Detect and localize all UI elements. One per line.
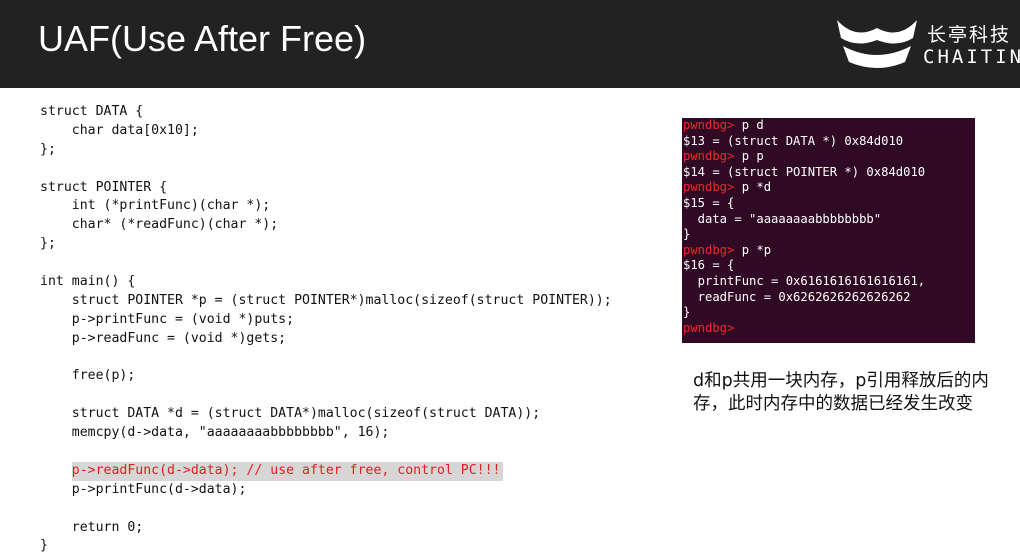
chaitin-logo: 长亭科技 CHAITIN [835,16,1020,76]
terminal-prompt: pwndbg> [683,242,735,257]
pwndbg-terminal: pwndbg> p d $13 = (struct DATA *) 0x84d01… [682,118,975,343]
terminal-line: $13 = (struct DATA *) 0x84d010 [682,134,975,150]
code-line: struct DATA { [40,104,144,119]
terminal-line: } [682,227,975,243]
code-line: free(p); [40,368,136,384]
code-line: }; [40,141,56,157]
terminal-output: readFunc = 0x6262626262626262 [683,289,911,304]
terminal-output: $16 = { [683,258,735,273]
code-block: struct DATA { char data[0x10];}; struct P… [40,103,612,556]
terminal-prompt: pwndbg> [683,118,735,132]
terminal-output: $13 = (struct DATA *) 0x84d010 [683,133,904,148]
code-line: char data[0x10]; [40,122,199,138]
code-line: } [40,538,48,554]
code-line: p->printFunc = (void *)puts; [40,311,295,327]
terminal-output: } [683,305,691,320]
terminal-prompt: pwndbg> [683,180,735,195]
terminal-output: data = "aaaaaaaabbbbbbbb" [683,211,882,226]
slide-header: UAF(Use After Free) 长亭科技 CHAITIN [0,0,1020,88]
logo-text-en: CHAITIN [923,46,1020,68]
code-line: int (*printFunc)(char *); [40,198,271,214]
terminal-output: } [683,227,691,242]
terminal-line: pwndbg> [682,321,975,337]
code-line: struct POINTER { [40,179,168,195]
slide-title: UAF(Use After Free) [38,18,367,59]
terminal-prompt: pwndbg> [683,320,735,335]
code-line: char* (*readFunc)(char *); [40,217,279,233]
code-line: p->readFunc = (void *)gets; [40,330,287,346]
crown-icon [837,20,917,68]
code-line: int main() { [40,274,136,290]
terminal-line: $15 = { [682,196,975,212]
terminal-line: pwndbg> p *p [682,243,975,259]
explanation-note: d和p共用一块内存，p引用释放后的内存，此时内存中的数据已经发生改变 [693,371,989,414]
terminal-line: } [682,305,975,321]
code-line: struct DATA *d = (struct DATA*)malloc(si… [40,406,541,422]
terminal-output: p d [734,118,764,132]
terminal-output: p *d [734,180,772,195]
terminal-line: pwndbg> p *d [682,180,975,196]
code-line: struct POINTER *p = (struct POINTER*)mal… [40,292,612,308]
terminal-prompt: pwndbg> [683,149,735,164]
terminal-output: $14 = (struct POINTER *) 0x84d010 [683,164,926,179]
code-line: memcpy(d->data, "aaaaaaaabbbbbbbb", 16); [40,425,390,441]
code-line: p->readFunc(d->data); // use after free,… [40,461,612,481]
highlighted-uaf-line: p->readFunc(d->data); // use after free,… [71,461,503,481]
code-line: return 0; [40,519,144,535]
terminal-output: p *p [734,242,772,257]
terminal-line: readFunc = 0x6262626262626262 [682,290,975,306]
terminal-line: pwndbg> p p [682,149,975,165]
code-line: p->printFunc(d->data); [40,481,247,497]
terminal-line: pwndbg> p d [682,118,975,134]
terminal-output: p p [734,149,764,164]
code-line: }; [40,236,56,252]
terminal-line: $16 = { [682,258,975,274]
terminal-output: $15 = { [683,195,735,210]
terminal-line: printFunc = 0x6161616161616161, [682,274,975,290]
terminal-output: printFunc = 0x6161616161616161, [683,273,926,288]
terminal-line: $14 = (struct POINTER *) 0x84d010 [682,165,975,181]
logo-text-cn: 长亭科技 [927,24,1012,46]
terminal-line: data = "aaaaaaaabbbbbbbb" [682,212,975,228]
